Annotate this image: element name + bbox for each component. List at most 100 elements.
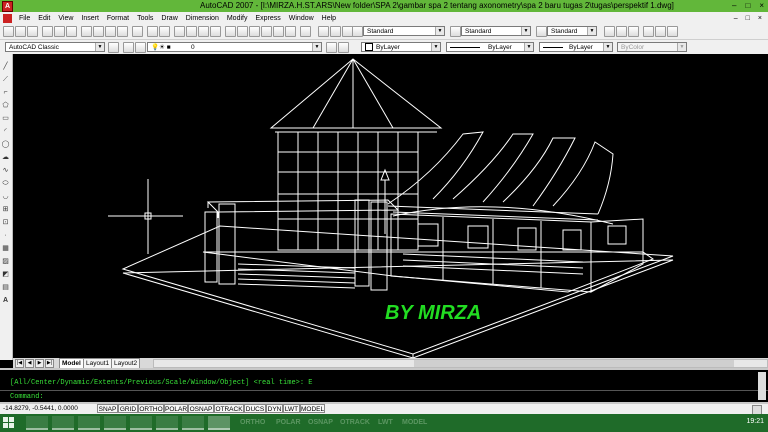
osnap-toggle[interactable]: OSNAP (188, 404, 214, 413)
layer-manager-icon[interactable] (123, 42, 134, 53)
rectangle-icon[interactable]: ▭ (1, 114, 10, 123)
doc-restore-button[interactable]: □ (746, 15, 750, 22)
lineweight-select[interactable]: ByLayer ▼ (539, 42, 613, 52)
menu-window[interactable]: Window (285, 15, 318, 22)
taskbar-app-photos-icon[interactable] (156, 416, 178, 430)
table-icon[interactable]: ▤ (1, 283, 10, 292)
autocad-app-icon[interactable]: A (2, 1, 13, 12)
spline-icon[interactable]: ∿ (1, 166, 10, 175)
publish-icon[interactable] (66, 26, 77, 37)
command-scrollbar[interactable] (758, 372, 766, 400)
markup-icon[interactable] (273, 26, 284, 37)
zoom-realtime-icon[interactable] (186, 26, 197, 37)
taskbar-app-word-icon[interactable] (104, 416, 126, 430)
pan-icon[interactable] (174, 26, 185, 37)
polar-toggle[interactable]: POLAR (164, 404, 188, 413)
viewport-4-icon[interactable] (643, 26, 654, 37)
doc-close-button[interactable]: × (758, 15, 762, 22)
viewport-3-icon[interactable] (628, 26, 639, 37)
ellipse-arc-icon[interactable]: ◡ (1, 192, 10, 201)
circle-icon[interactable]: ◯ (1, 140, 10, 149)
taskbar-app-media-icon[interactable] (78, 416, 100, 430)
block-editor-icon[interactable] (132, 26, 143, 37)
taskbar-clock[interactable]: 19:21 (746, 418, 764, 425)
taskbar-app-ie-icon[interactable] (26, 416, 48, 430)
copy-icon[interactable] (93, 26, 104, 37)
dim-style-select[interactable]: Standard ▼ (461, 26, 531, 36)
new-icon[interactable] (3, 26, 14, 37)
menu-draw[interactable]: Draw (157, 15, 181, 22)
menu-dimension[interactable]: Dimension (182, 15, 223, 22)
open-icon[interactable] (15, 26, 26, 37)
menu-insert[interactable]: Insert (77, 15, 103, 22)
ducs-toggle[interactable]: DUCS (244, 404, 266, 413)
menu-format[interactable]: Format (103, 15, 133, 22)
plot-icon[interactable] (42, 26, 53, 37)
minimize-button[interactable]: – (732, 1, 736, 10)
express-tool-2-icon[interactable] (330, 26, 341, 37)
taskbar-app-excel-icon[interactable] (182, 416, 204, 430)
model-toggle[interactable]: MODEL (300, 404, 325, 413)
taskbar-app-explorer-icon[interactable] (52, 416, 74, 430)
horizontal-scrollbar[interactable] (153, 359, 768, 368)
drawing-area[interactable]: BY MIRZA (13, 54, 768, 359)
hatch-icon[interactable]: ▦ (1, 244, 10, 253)
zoom-window-icon[interactable] (198, 26, 209, 37)
polyline-icon[interactable]: ⌐ (1, 88, 10, 97)
multiline-text-icon[interactable]: A (1, 296, 10, 305)
dyn-toggle[interactable]: DYN (266, 404, 283, 413)
doc-minimize-button[interactable]: – (734, 15, 738, 22)
region-icon[interactable]: ◩ (1, 270, 10, 279)
windows-start-icon[interactable] (3, 417, 15, 429)
menu-modify[interactable]: Modify (223, 15, 252, 22)
menu-tools[interactable]: Tools (133, 15, 157, 22)
last-tab-button[interactable]: ▶| (45, 359, 54, 368)
taskbar-app-autocad-icon[interactable] (208, 416, 230, 430)
undo-icon[interactable] (147, 26, 158, 37)
layer-previous-icon[interactable] (338, 42, 349, 53)
lwt-toggle[interactable]: LWT (283, 404, 300, 413)
viewport-6-icon[interactable] (667, 26, 678, 37)
save-icon[interactable] (27, 26, 38, 37)
redo-icon[interactable] (159, 26, 170, 37)
sheet-set-icon[interactable] (261, 26, 272, 37)
viewport-5-icon[interactable] (655, 26, 666, 37)
paste-icon[interactable] (105, 26, 116, 37)
first-tab-button[interactable]: |◀ (15, 359, 24, 368)
workspace-settings-icon[interactable] (108, 42, 119, 53)
ellipse-icon[interactable]: ⬭ (1, 179, 10, 188)
construction-line-icon[interactable]: ⟋ (1, 75, 10, 84)
document-icon[interactable] (3, 13, 12, 23)
design-center-icon[interactable] (237, 26, 248, 37)
close-button[interactable]: × (759, 1, 764, 10)
linetype-select[interactable]: ByLayer ▼ (446, 42, 534, 52)
layer-select[interactable]: 💡☀ ■ 0 ▼ (147, 42, 322, 52)
layer-states-icon[interactable] (135, 42, 146, 53)
otrack-toggle[interactable]: OTRACK (214, 404, 244, 413)
polygon-icon[interactable]: ⬠ (1, 101, 10, 110)
line-icon[interactable]: ╱ (1, 62, 10, 71)
match-properties-icon[interactable] (117, 26, 128, 37)
taskbar-app-firefox-icon[interactable] (130, 416, 152, 430)
maximize-button[interactable]: □ (745, 1, 750, 10)
revision-cloud-icon[interactable]: ☁ (1, 153, 10, 162)
prev-tab-button[interactable]: ◀ (25, 359, 34, 368)
scrollbar-thumb[interactable] (414, 360, 734, 367)
cut-icon[interactable] (81, 26, 92, 37)
menu-file[interactable]: File (15, 15, 34, 22)
properties-icon[interactable] (225, 26, 236, 37)
system-tray-icons[interactable] (668, 419, 728, 427)
insert-block-icon[interactable]: ⊞ (1, 205, 10, 214)
zoom-previous-icon[interactable] (210, 26, 221, 37)
tool-palettes-icon[interactable] (249, 26, 260, 37)
color-select[interactable]: ByLayer ▼ (361, 42, 441, 52)
command-prompt[interactable]: Command: (10, 393, 44, 401)
viewport-1-icon[interactable] (604, 26, 615, 37)
text-style-select[interactable]: Standard ▼ (363, 26, 445, 36)
table-style-select[interactable]: Standard ▼ (547, 26, 597, 36)
point-icon[interactable]: · (1, 231, 10, 240)
menu-express[interactable]: Express (251, 15, 284, 22)
menu-edit[interactable]: Edit (34, 15, 54, 22)
grid-toggle[interactable]: GRID (118, 404, 138, 413)
snap-toggle[interactable]: SNAP (97, 404, 118, 413)
